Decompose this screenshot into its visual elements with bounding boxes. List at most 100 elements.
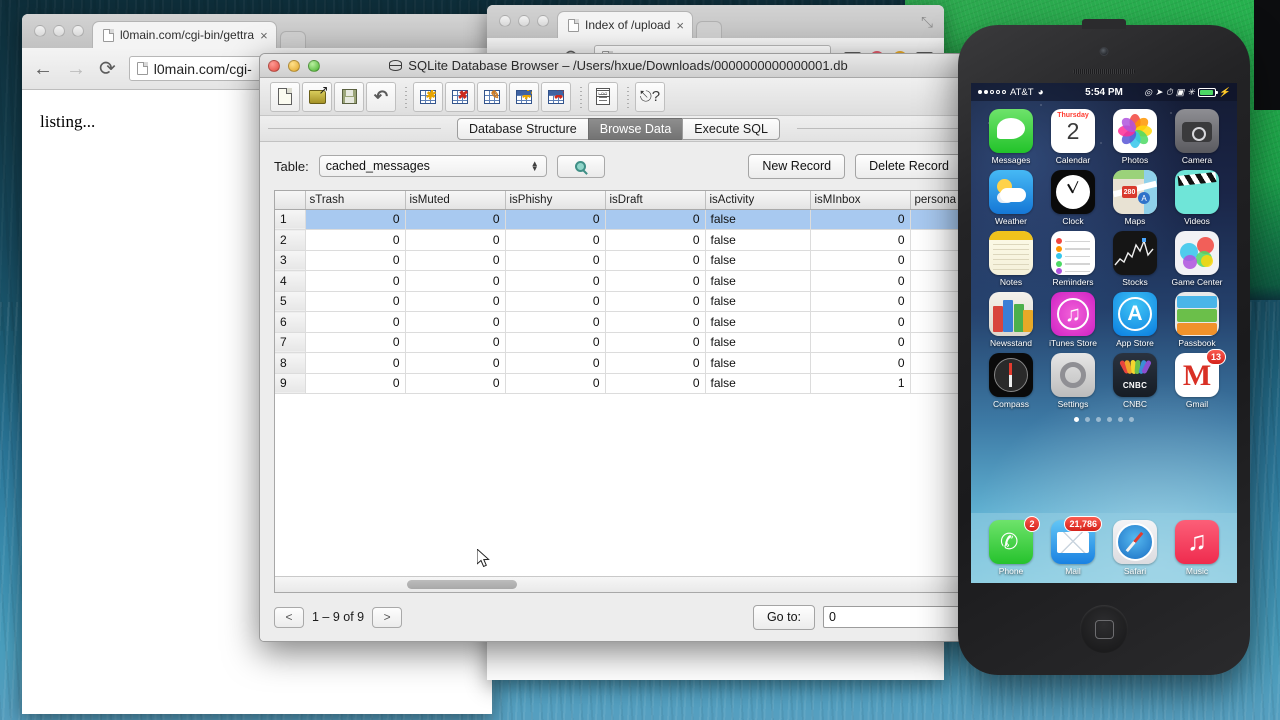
reminders-icon[interactable] — [1051, 231, 1095, 275]
game-center-icon[interactable] — [1175, 231, 1219, 275]
app-settings[interactable]: Settings — [1042, 353, 1104, 409]
window-traffic-lights-2[interactable] — [495, 4, 557, 38]
cell-isPhishy[interactable]: 0 — [505, 209, 605, 230]
passbook-icon[interactable] — [1175, 292, 1219, 336]
notes-icon[interactable] — [989, 231, 1033, 275]
cell-persona[interactable] — [910, 373, 963, 394]
column-header-persona[interactable]: persona — [910, 191, 963, 209]
row-number[interactable]: 3 — [275, 250, 305, 271]
previous-page-button[interactable]: < — [274, 607, 304, 628]
table-row[interactable]: 80000false0 — [275, 353, 963, 374]
app-safari[interactable]: Safari — [1104, 520, 1166, 583]
cell-isMuted[interactable]: 0 — [405, 250, 505, 271]
cell-persona[interactable] — [910, 291, 963, 312]
delete-table-button[interactable]: ✖ — [445, 82, 475, 112]
tab-database-structure[interactable]: Database Structure — [457, 118, 589, 140]
safari-icon[interactable] — [1113, 520, 1157, 564]
itunes-store-icon[interactable]: ♫ — [1051, 292, 1095, 336]
cell-persona[interactable] — [910, 209, 963, 230]
row-number[interactable]: 4 — [275, 271, 305, 292]
cell-isActivity[interactable]: false — [705, 353, 810, 374]
forward-icon[interactable]: → — [66, 59, 86, 79]
cell-isMuted[interactable]: 0 — [405, 312, 505, 333]
row-number[interactable]: 7 — [275, 332, 305, 353]
cell-isMuted[interactable]: 0 — [405, 209, 505, 230]
cell-isDraft[interactable]: 0 — [605, 209, 705, 230]
column-header-isphishy[interactable]: isPhishy — [505, 191, 605, 209]
cell-isMuted[interactable]: 0 — [405, 373, 505, 394]
cell-isMuted[interactable]: 0 — [405, 353, 505, 374]
sqlite-close-button[interactable] — [268, 60, 280, 72]
cell-sTrash[interactable]: 0 — [305, 312, 405, 333]
app-compass[interactable]: Compass — [980, 353, 1042, 409]
table-row[interactable]: 10000false0 — [275, 209, 963, 230]
cell-isDraft[interactable]: 0 — [605, 312, 705, 333]
app-reminders[interactable]: Reminders — [1042, 231, 1104, 287]
tab-browse-data[interactable]: Browse Data — [588, 118, 684, 140]
stocks-icon[interactable] — [1113, 231, 1157, 275]
cell-isMInbox[interactable]: 0 — [810, 332, 910, 353]
column-header-isdraft[interactable]: isDraft — [605, 191, 705, 209]
cell-sTrash[interactable]: 0 — [305, 373, 405, 394]
back-icon[interactable]: ← — [33, 59, 53, 79]
app-newsstand[interactable]: Newsstand — [980, 292, 1042, 348]
close-window-button-2[interactable] — [499, 15, 511, 27]
sqlite-database-browser-window[interactable]: SQLite Database Browser – /Users/hxue/Do… — [259, 53, 978, 642]
cell-isActivity[interactable]: false — [705, 291, 810, 312]
close-window-button[interactable] — [34, 25, 46, 37]
cell-persona[interactable] — [910, 353, 963, 374]
minimize-window-button-2[interactable] — [518, 15, 530, 27]
cell-isActivity[interactable]: false — [705, 332, 810, 353]
cell-sTrash[interactable]: 0 — [305, 332, 405, 353]
app-app-store[interactable]: AApp Store — [1104, 292, 1166, 348]
app-photos[interactable]: Photos — [1104, 109, 1166, 165]
column-header-isminbox[interactable]: isMInbox — [810, 191, 910, 209]
table-select[interactable]: cached_messages ▲▼ — [319, 155, 547, 177]
app-camera[interactable]: Camera — [1166, 109, 1228, 165]
cell-isMInbox[interactable]: 0 — [810, 250, 910, 271]
cell-persona[interactable] — [910, 332, 963, 353]
column-header-strash[interactable]: sTrash — [305, 191, 405, 209]
cell-isActivity[interactable]: false — [705, 250, 810, 271]
sqlite-minimize-button[interactable] — [288, 60, 300, 72]
search-button[interactable] — [557, 155, 605, 178]
cell-sTrash[interactable]: 0 — [305, 291, 405, 312]
maps-icon[interactable]: 280A — [1113, 170, 1157, 214]
row-number[interactable]: 5 — [275, 291, 305, 312]
cell-isMInbox[interactable]: 0 — [810, 353, 910, 374]
row-number[interactable]: 1 — [275, 209, 305, 230]
column-header-ismuted[interactable]: isMuted — [405, 191, 505, 209]
cell-isDraft[interactable]: 0 — [605, 271, 705, 292]
cell-isMuted[interactable]: 0 — [405, 230, 505, 251]
newsstand-icon[interactable] — [989, 292, 1033, 336]
cell-sTrash[interactable]: 0 — [305, 230, 405, 251]
table-row[interactable]: 40000false0 — [275, 271, 963, 292]
window-traffic-lights[interactable] — [30, 14, 92, 48]
cell-isMuted[interactable]: 0 — [405, 332, 505, 353]
fullscreen-icon[interactable]: ⤡ — [921, 14, 933, 31]
tab-execute-sql[interactable]: Execute SQL — [682, 118, 780, 140]
create-index-button[interactable]: ✱ — [509, 82, 539, 112]
table-row[interactable]: 20000false0 — [275, 230, 963, 251]
table-row[interactable]: 70000false0 — [275, 332, 963, 353]
data-grid[interactable]: sTrash isMuted isPhishy isDraft isActivi… — [274, 190, 963, 593]
save-database-button[interactable] — [334, 82, 364, 112]
new-database-button[interactable] — [270, 82, 300, 112]
cell-isActivity[interactable]: false — [705, 373, 810, 394]
cell-isMuted[interactable]: 0 — [405, 271, 505, 292]
app-notes[interactable]: Notes — [980, 231, 1042, 287]
settings-icon[interactable] — [1051, 353, 1095, 397]
camera-icon[interactable] — [1175, 109, 1219, 153]
cell-persona[interactable] — [910, 312, 963, 333]
cell-isPhishy[interactable]: 0 — [505, 271, 605, 292]
app-gmail[interactable]: M13Gmail — [1166, 353, 1228, 409]
cell-isDraft[interactable]: 0 — [605, 353, 705, 374]
row-number[interactable]: 6 — [275, 312, 305, 333]
delete-index-button[interactable]: ✖ — [541, 82, 571, 112]
app-itunes-store[interactable]: ♫iTunes Store — [1042, 292, 1104, 348]
calendar-icon[interactable]: Thursday2 — [1051, 109, 1095, 153]
execute-log-button[interactable]: LOG — [588, 82, 618, 112]
iphone-screen[interactable]: AT&T ◕ 5:54 PM ◎ ➤ ⏱ ▣ ✳ ⚡ MessagesThurs… — [971, 83, 1237, 583]
app-phone[interactable]: ✆2Phone — [980, 520, 1042, 583]
zoom-window-button-2[interactable] — [537, 15, 549, 27]
